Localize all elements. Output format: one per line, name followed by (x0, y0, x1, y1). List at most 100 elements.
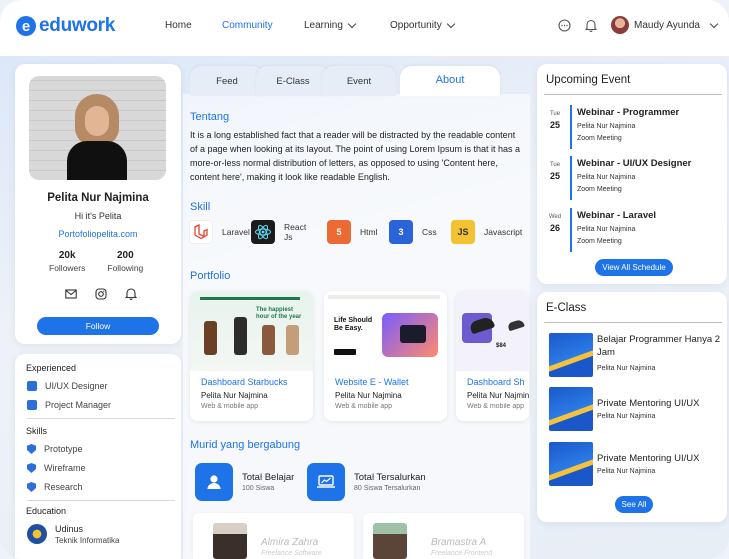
skill-javascript[interactable]: JS Javascript (451, 220, 522, 244)
eclass-item-title: Private Mentoring UI/UX (597, 453, 700, 464)
event-day: 25 (549, 171, 560, 181)
member-card[interactable]: Almira Zahra Freelance Software (193, 513, 354, 559)
notification-icon[interactable] (125, 288, 137, 300)
portfolio-thumbnail: Life Should Be Easy. (324, 291, 447, 371)
skill-item[interactable]: Prototype (27, 444, 83, 454)
portfolio-title: Portfolio (190, 270, 231, 282)
experience-label: UI/UX Designer (45, 381, 108, 391)
skill-label: Laravel (222, 227, 250, 237)
skills-title: Skills (26, 426, 48, 436)
nav-home[interactable]: Home (165, 20, 222, 31)
skill-label: Prototype (44, 444, 83, 454)
profile-link[interactable]: Portofoliopelita.com (15, 229, 181, 239)
chat-icon[interactable] (558, 18, 571, 32)
school-name: Udinus (55, 524, 84, 534)
event-item[interactable]: Tue 25 Webinar - Programmer Pelita Nur Na… (545, 105, 725, 149)
see-all-button[interactable]: See All (615, 496, 653, 513)
total-tersalurkan-box: Total Tersalurkan 80 Siswa Tersalurkan (307, 463, 426, 501)
experience-item[interactable]: UI/UX Designer (27, 381, 108, 391)
eclass-card: E-Class Belajar Programmer Hanya 2 Jam P… (537, 292, 727, 522)
card-graphic (400, 325, 426, 343)
tab-eclass[interactable]: E-Class (256, 66, 330, 96)
event-item[interactable]: Wed 26 Webinar - Laravel Pelita Nur Najmi… (545, 208, 725, 252)
thumb-price: $84 (496, 343, 507, 349)
thumb-headline: Life Should Be Easy. (334, 317, 373, 332)
portfolio-title-text: Dashboard Sh (467, 377, 525, 387)
user-name: Maudy Ayunda (634, 19, 700, 31)
top-navbar: e eduwork Home Community Learning Opport… (0, 0, 729, 56)
skill-laravel[interactable]: Laravel (189, 220, 250, 244)
member-photo (213, 523, 247, 559)
eclass-thumbnail (549, 442, 593, 486)
divider (27, 500, 175, 501)
portfolio-title-text: Website E - Wallet (335, 377, 409, 387)
skill-label: Wireframe (44, 463, 86, 473)
total-belajar-title: Total Belajar (242, 472, 295, 483)
event-item[interactable]: Tue 25 Webinar - UI/UX Designer Pelita Nu… (545, 156, 725, 200)
portfolio-owner: Pelita Nur Najmina (467, 391, 529, 400)
briefcase-icon (27, 381, 37, 391)
bell-icon[interactable] (585, 19, 598, 32)
face-shape (85, 106, 109, 136)
event-date: Tue 25 (545, 111, 565, 130)
skill-css[interactable]: 3 Css (389, 220, 441, 244)
logo-text: eduwork (39, 15, 116, 36)
eclass-item-mentor: Pelita Nur Najmina (597, 413, 656, 420)
mail-icon[interactable] (65, 288, 77, 300)
portfolio-thumbnail: $84 (456, 291, 529, 371)
app-frame: e eduwork Home Community Learning Opport… (0, 0, 729, 559)
skill-label: Css (422, 227, 437, 237)
eclass-thumbnail (549, 387, 593, 431)
event-accent-bar (570, 156, 572, 200)
nav-learning[interactable]: Learning (304, 19, 390, 31)
profile-stats: 20k Followers 200 Following (49, 250, 143, 273)
eclass-item-title: Private Mentoring UI/UX (597, 398, 700, 409)
user-menu[interactable]: Maudy Ayunda (611, 16, 719, 34)
following-stat[interactable]: 200 Following (107, 250, 143, 273)
skill-title: Skill (190, 201, 211, 213)
event-speaker: Pelita Nur Najmina (577, 226, 636, 233)
portfolio-title-text: Dashboard Starbucks (201, 377, 288, 387)
logo-mark: e (16, 16, 36, 36)
profile-name: Pelita Nur Najmina (47, 192, 149, 204)
event-location: Zoom Meeting (577, 238, 622, 245)
logo[interactable]: e eduwork (16, 15, 115, 37)
event-dow: Tue (549, 162, 561, 168)
view-all-schedule-button[interactable]: View All Schedule (595, 259, 673, 276)
shield-icon (27, 463, 36, 473)
member-card[interactable]: Bramastra A Freelance Frontend (363, 513, 524, 559)
portfolio-card[interactable]: Life Should Be Easy. Website E - Wallet … (324, 291, 447, 421)
eclass-item[interactable]: Private Mentoring UI/UX Pelita Nur Najmi… (549, 387, 724, 431)
experience-item[interactable]: Project Manager (27, 400, 111, 410)
divider (27, 418, 175, 419)
event-location: Zoom Meeting (577, 135, 622, 142)
follow-button[interactable]: Follow (37, 317, 159, 335)
portfolio-card[interactable]: The happiest hour of the year Dashboard … (190, 291, 313, 421)
eclass-thumbnail (549, 333, 593, 377)
instagram-icon[interactable] (95, 288, 107, 300)
main-nav: Home Community Learning Opportunity (165, 19, 455, 31)
skill-html[interactable]: 5 Html (327, 220, 379, 244)
portfolio-card[interactable]: $84 Dashboard Sh Pelita Nur Najmina Web … (456, 291, 529, 421)
skill-react[interactable]: React Js (251, 220, 317, 244)
eclass-item[interactable]: Belajar Programmer Hanya 2 Jam Pelita Nu… (549, 333, 724, 377)
member-name: Almira Zahra (261, 537, 319, 548)
event-date: Wed 26 (545, 214, 565, 233)
education-item[interactable]: Udinus Teknik Informatika (27, 524, 119, 545)
nav-community[interactable]: Community (222, 20, 304, 31)
total-tersalurkan-title: Total Tersalurkan (354, 472, 426, 483)
followers-stat[interactable]: 20k Followers (49, 250, 85, 273)
tab-about[interactable]: About (400, 66, 500, 96)
skill-item[interactable]: Research (27, 482, 83, 492)
portfolio-type: Web & mobile app (467, 403, 525, 410)
nav-community-label: Community (222, 20, 273, 31)
tab-feed[interactable]: Feed (190, 66, 264, 96)
portfolio-type: Web & mobile app (201, 403, 259, 410)
nav-opportunity[interactable]: Opportunity (390, 19, 455, 31)
tab-event[interactable]: Event (322, 66, 396, 96)
university-logo-icon (27, 524, 47, 544)
members-title: Murid yang bergabung (190, 439, 301, 451)
skill-item[interactable]: Wireframe (27, 463, 86, 473)
profile-photo (29, 76, 166, 180)
eclass-item[interactable]: Private Mentoring UI/UX Pelita Nur Najmi… (549, 442, 724, 486)
